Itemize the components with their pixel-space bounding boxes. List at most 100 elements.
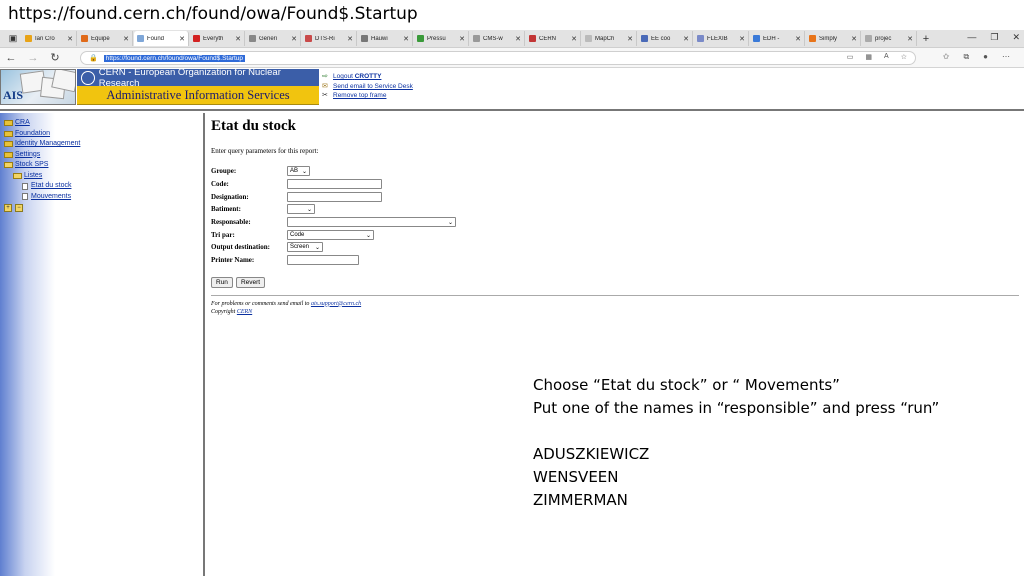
browser-tab[interactable]: Ian Cro ✕	[22, 31, 77, 46]
remove-frame-link[interactable]: Remove top frame	[333, 91, 386, 101]
browser-tab-label: Pressu	[427, 35, 446, 42]
new-tab-button[interactable]: +	[918, 33, 934, 45]
close-tab-icon[interactable]: ✕	[851, 35, 857, 43]
close-tab-icon[interactable]: ✕	[739, 35, 745, 43]
collapse-all-icon[interactable]: −	[15, 204, 23, 212]
logout-link[interactable]: Logout CROTTY	[333, 72, 381, 82]
browser-tab[interactable]: Simply ✕	[806, 31, 861, 46]
responsable-select[interactable]: ⌄	[287, 217, 456, 228]
browser-tab[interactable]: EE coo ✕	[638, 31, 693, 46]
ais-logo: AIS	[0, 69, 76, 105]
back-icon[interactable]: ←	[0, 52, 22, 64]
close-tab-icon[interactable]: ✕	[291, 35, 297, 43]
code-label: Code:	[211, 180, 229, 189]
restore-icon[interactable]: ❐	[990, 32, 998, 43]
browser-tab[interactable]: EDH - ✕	[750, 31, 805, 46]
groupe-select[interactable]: AB ⌄	[287, 166, 310, 177]
browser-tab-label: FLEXIB	[707, 35, 728, 42]
browser-tab[interactable]: CMS-w ✕	[470, 31, 525, 46]
more-icon[interactable]: ⋯	[1002, 52, 1010, 62]
folder-icon	[4, 130, 13, 137]
read-aloud-icon[interactable]: A	[884, 53, 889, 61]
browser-tab[interactable]: Found ✕	[134, 31, 189, 46]
favicon-icon	[697, 35, 704, 42]
favicon-icon	[753, 35, 760, 42]
nav-mouvements[interactable]: Mouvements	[31, 192, 71, 203]
chevron-down-icon: ⌄	[301, 169, 307, 176]
address-bar[interactable]: 🔒 https://found.cern.ch/found/owa/Found$…	[80, 51, 916, 65]
browser-tab[interactable]: CERN ✕	[526, 31, 581, 46]
browser-tab[interactable]: DTS-Ri ✕	[302, 31, 357, 46]
browser-tab[interactable]: Everyth ✕	[190, 31, 245, 46]
close-tab-icon[interactable]: ✕	[403, 35, 409, 43]
close-tab-icon[interactable]: ✕	[347, 35, 353, 43]
slide-url-caption: https://found.cern.ch/found/owa/Found$.S…	[8, 4, 418, 24]
printer-name-label: Printer Name:	[211, 256, 255, 265]
browser-tab-strip: ▣ Ian Cro ✕ Equipe ✕ Found ✕ Everyth ✕ Generi ✕ DT…	[0, 30, 1024, 48]
nav-foundation[interactable]: Foundation	[15, 129, 50, 140]
close-tab-icon[interactable]: ✕	[683, 35, 689, 43]
forward-icon[interactable]: →	[22, 52, 44, 64]
browser-tab[interactable]: MapCh ✕	[582, 31, 637, 46]
close-tab-icon[interactable]: ✕	[627, 35, 633, 43]
designation-input[interactable]	[287, 191, 382, 202]
browser-tab-label: DTS-Ri	[315, 35, 335, 42]
close-tab-icon[interactable]: ✕	[123, 35, 129, 43]
support-email-link[interactable]: ais.support@cern.ch	[311, 301, 361, 307]
browser-tab[interactable]: FLEXIB ✕	[694, 31, 749, 46]
browser-tab[interactable]: Generi ✕	[246, 31, 301, 46]
browser-tab[interactable]: Pressu ✕	[414, 31, 469, 46]
send-email-link[interactable]: Send email to Service Desk	[333, 82, 413, 92]
browser-tab-label: Ian Cro	[35, 35, 55, 42]
window-menu-icon[interactable]: ▣	[4, 32, 22, 46]
nav-identity-management[interactable]: Identity Management	[15, 139, 80, 150]
browser-tab-label: Everyth	[203, 35, 224, 42]
reader-icon[interactable]: ▭	[847, 53, 854, 61]
favorites-icon[interactable]: ✩	[943, 52, 950, 62]
close-tab-icon[interactable]: ✕	[571, 35, 577, 43]
favicon-icon	[417, 35, 424, 42]
instruction-notes: Choose “Etat du stock” or “ Movements” P…	[533, 374, 939, 512]
code-input[interactable]	[287, 179, 382, 190]
minimize-icon[interactable]: —	[967, 32, 976, 43]
run-button[interactable]: Run	[211, 276, 233, 288]
revert-button[interactable]: Revert	[235, 276, 266, 288]
nav-etat-du-stock[interactable]: Etat du stock	[31, 181, 71, 192]
nav-cra[interactable]: CRA	[15, 118, 30, 129]
close-window-icon[interactable]: ✕	[1012, 32, 1020, 43]
nav-listes[interactable]: Listes	[24, 171, 42, 182]
reload-icon[interactable]: ↻	[44, 51, 66, 64]
groupe-label: Groupe:	[211, 167, 237, 176]
printer-name-input[interactable]	[287, 255, 359, 266]
close-tab-icon[interactable]: ✕	[795, 35, 801, 43]
ais-logo-text: AIS	[3, 88, 24, 102]
folder-icon	[4, 120, 13, 127]
collections-icon[interactable]: ⧉	[963, 52, 969, 62]
address-text[interactable]: https://found.cern.ch/found/owa/Found$.S…	[103, 54, 246, 62]
close-tab-icon[interactable]: ✕	[179, 35, 185, 43]
browser-tab[interactable]: Hauwi ✕	[358, 31, 413, 46]
ais-banner: Administrative Information Services	[77, 86, 319, 105]
browser-tab[interactable]: projec ✕	[862, 31, 917, 46]
batiment-label: Batiment:	[211, 205, 241, 214]
designation-label: Designation:	[211, 192, 249, 201]
browser-tab[interactable]: Equipe ✕	[78, 31, 133, 46]
qr-icon[interactable]: ▦	[865, 53, 872, 61]
output-destination-select[interactable]: Screen ⌄	[287, 242, 323, 253]
close-tab-icon[interactable]: ✕	[459, 35, 465, 43]
close-tab-icon[interactable]: ✕	[235, 35, 241, 43]
responsible-name: ZIMMERMAN	[533, 491, 628, 509]
favicon-icon	[193, 35, 200, 42]
batiment-select[interactable]: ⌄	[287, 204, 315, 215]
nav-stock-sps[interactable]: Stock SPS	[15, 160, 48, 171]
close-tab-icon[interactable]: ✕	[67, 35, 73, 43]
nav-settings[interactable]: Settings	[15, 150, 40, 161]
close-tab-icon[interactable]: ✕	[515, 35, 521, 43]
tri-par-select[interactable]: Code ⌄	[287, 229, 374, 240]
profile-icon[interactable]: ●	[983, 52, 988, 62]
folder-icon	[4, 151, 13, 158]
cern-link[interactable]: CERN	[237, 309, 252, 315]
favorite-add-icon[interactable]: ☆	[901, 53, 907, 61]
expand-all-icon[interactable]: +	[4, 204, 12, 212]
close-tab-icon[interactable]: ✕	[907, 35, 913, 43]
